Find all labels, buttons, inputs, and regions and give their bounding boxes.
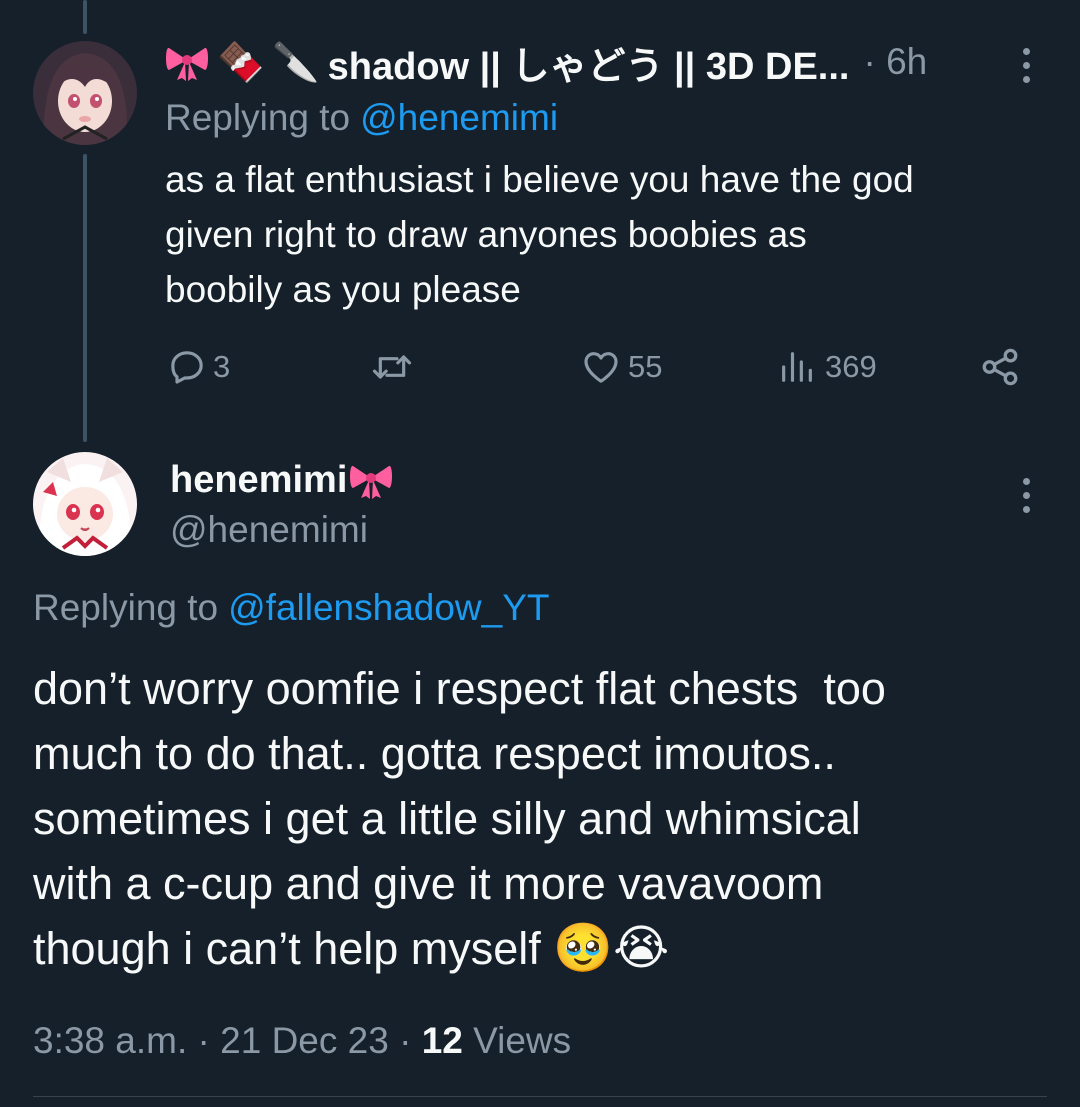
tweet-body: don’t worry oomfie i respect flat chests… (33, 663, 886, 974)
tweet-text: as a flat enthusiast i believe you have … (165, 159, 914, 310)
more-options-icon[interactable] (1020, 48, 1032, 83)
avatar[interactable] (33, 452, 137, 556)
share-icon (982, 348, 1018, 386)
author-display-name[interactable]: shadow || しゃどう || 3D DE... (328, 35, 850, 90)
tweet-text: don’t worry oomfie i respect flat chests… (33, 656, 1053, 981)
author-display-name[interactable]: henemimi (170, 459, 347, 502)
tweet-metadata: 3:38 a.m. · 21 Dec 23 · 12 Views (33, 1018, 571, 1064)
like-button[interactable]: 55 (580, 345, 662, 389)
reply-button[interactable]: 3 (167, 345, 230, 389)
bow-emoji-icon (350, 465, 393, 499)
main-tweet-header: henemimi (170, 456, 393, 504)
view-count: 369 (825, 349, 877, 384)
reply-count: 3 (213, 349, 231, 384)
thread-line (83, 154, 87, 442)
tweet-timestamp[interactable]: 3:38 a.m. · 21 Dec 23 · (33, 1020, 422, 1062)
more-options-icon[interactable] (1020, 478, 1032, 513)
share-button[interactable] (979, 345, 1021, 389)
avatar[interactable] (33, 41, 137, 145)
knife-emoji-icon: 🔪 (272, 40, 320, 84)
thread-line-top (83, 0, 87, 34)
replying-to-label: Replying to (165, 97, 351, 138)
post-time[interactable]: · 6h (863, 41, 927, 83)
reply-tweet-header: 🍫 🔪 shadow || しゃどう || 3D DE... · 6h (165, 38, 927, 88)
divider (33, 1096, 1047, 1097)
like-count: 55 (628, 349, 663, 384)
views-label: Views (462, 1020, 572, 1061)
heart-icon (584, 352, 618, 383)
author-handle[interactable]: @henemimi (170, 508, 368, 552)
bow-emoji-icon (166, 47, 208, 81)
crying-face-emoji-icon: 😭 (613, 920, 670, 976)
pleading-face-emoji-icon: 🥹 (553, 920, 614, 976)
analytics-icon (782, 352, 812, 382)
replying-to: Replying to @fallenshadow_YT (33, 585, 550, 631)
retweet-icon (372, 355, 412, 379)
chocolate-emoji-icon: 🍫 (217, 40, 265, 84)
reply-icon (171, 351, 203, 384)
replying-to: Replying to @henemimi (165, 96, 558, 140)
views-count: 12 (421, 1020, 463, 1061)
replying-to-handle[interactable]: @fallenshadow_YT (228, 587, 549, 629)
views-button[interactable]: 369 (777, 345, 877, 389)
retweet-button[interactable] (370, 345, 414, 389)
replying-to-label: Replying to (33, 587, 219, 628)
replying-to-handle[interactable]: @henemimi (360, 97, 558, 139)
